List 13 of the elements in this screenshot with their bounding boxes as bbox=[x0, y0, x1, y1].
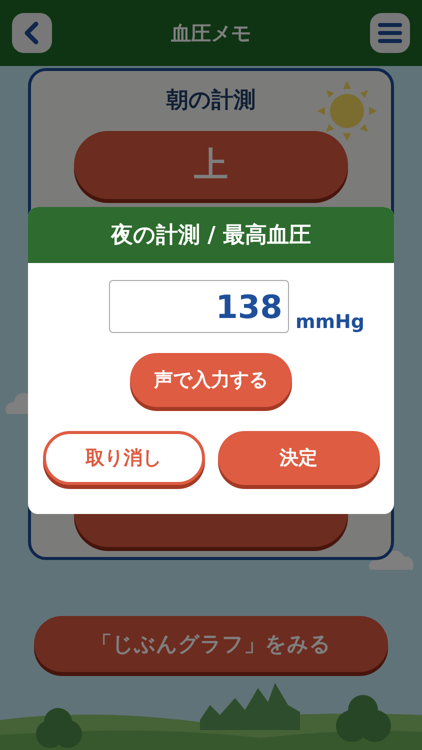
unit-label: mmHg bbox=[295, 311, 365, 333]
back-button[interactable] bbox=[12, 13, 52, 53]
card-title: 朝の計測 bbox=[166, 87, 256, 115]
upper-button[interactable]: 上 bbox=[74, 131, 348, 199]
ok-button[interactable]: 決定 bbox=[218, 431, 380, 485]
menu-icon bbox=[377, 22, 403, 44]
app-title: 血圧メモ bbox=[171, 20, 251, 46]
sun-icon bbox=[315, 79, 379, 143]
voice-input-button[interactable]: 声で入力する bbox=[130, 353, 292, 407]
menu-button[interactable] bbox=[370, 13, 410, 53]
dialog-title: 夜の計測 / 最高血圧 bbox=[28, 207, 394, 263]
pressure-input[interactable]: 138 bbox=[109, 280, 290, 333]
graph-button[interactable]: 「じぶんグラフ」をみる bbox=[34, 616, 388, 672]
